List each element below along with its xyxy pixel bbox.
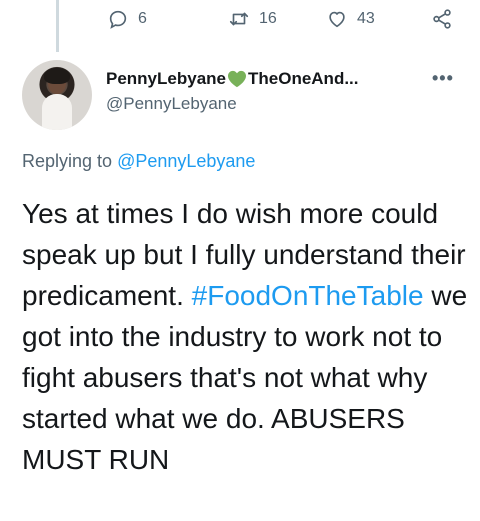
like-button[interactable]: 43 [326, 6, 375, 32]
replying-to-line: Replying to @PennyLebyane [22, 151, 255, 172]
reply-button[interactable]: 6 [107, 6, 147, 32]
replying-to-mention[interactable]: @PennyLebyane [117, 151, 255, 171]
hashtag-link[interactable]: #FoodOnTheTable [192, 280, 424, 311]
tweet-action-bar: 6 16 43 [0, 6, 480, 32]
retweet-count: 16 [259, 10, 277, 27]
replying-prefix: Replying to [22, 151, 118, 171]
share-icon [431, 8, 453, 30]
reply-count: 6 [138, 10, 147, 27]
retweet-icon [228, 8, 250, 30]
heart-icon [326, 8, 348, 30]
green-heart-icon [227, 70, 247, 88]
tweet-text: Yes at times I do wish more could speak … [22, 193, 472, 480]
avatar[interactable] [22, 60, 92, 130]
display-name-part1: PennyLebyane [106, 69, 226, 88]
more-options-button[interactable]: ••• [432, 68, 454, 89]
like-count: 43 [357, 10, 375, 27]
display-name[interactable]: PennyLebyane TheOneAnd... [106, 67, 359, 91]
share-button[interactable] [431, 6, 453, 32]
retweet-button[interactable]: 16 [228, 6, 277, 32]
display-name-part2: TheOneAnd... [248, 69, 359, 88]
reply-icon [107, 8, 129, 30]
user-handle[interactable]: @PennyLebyane [106, 94, 237, 114]
